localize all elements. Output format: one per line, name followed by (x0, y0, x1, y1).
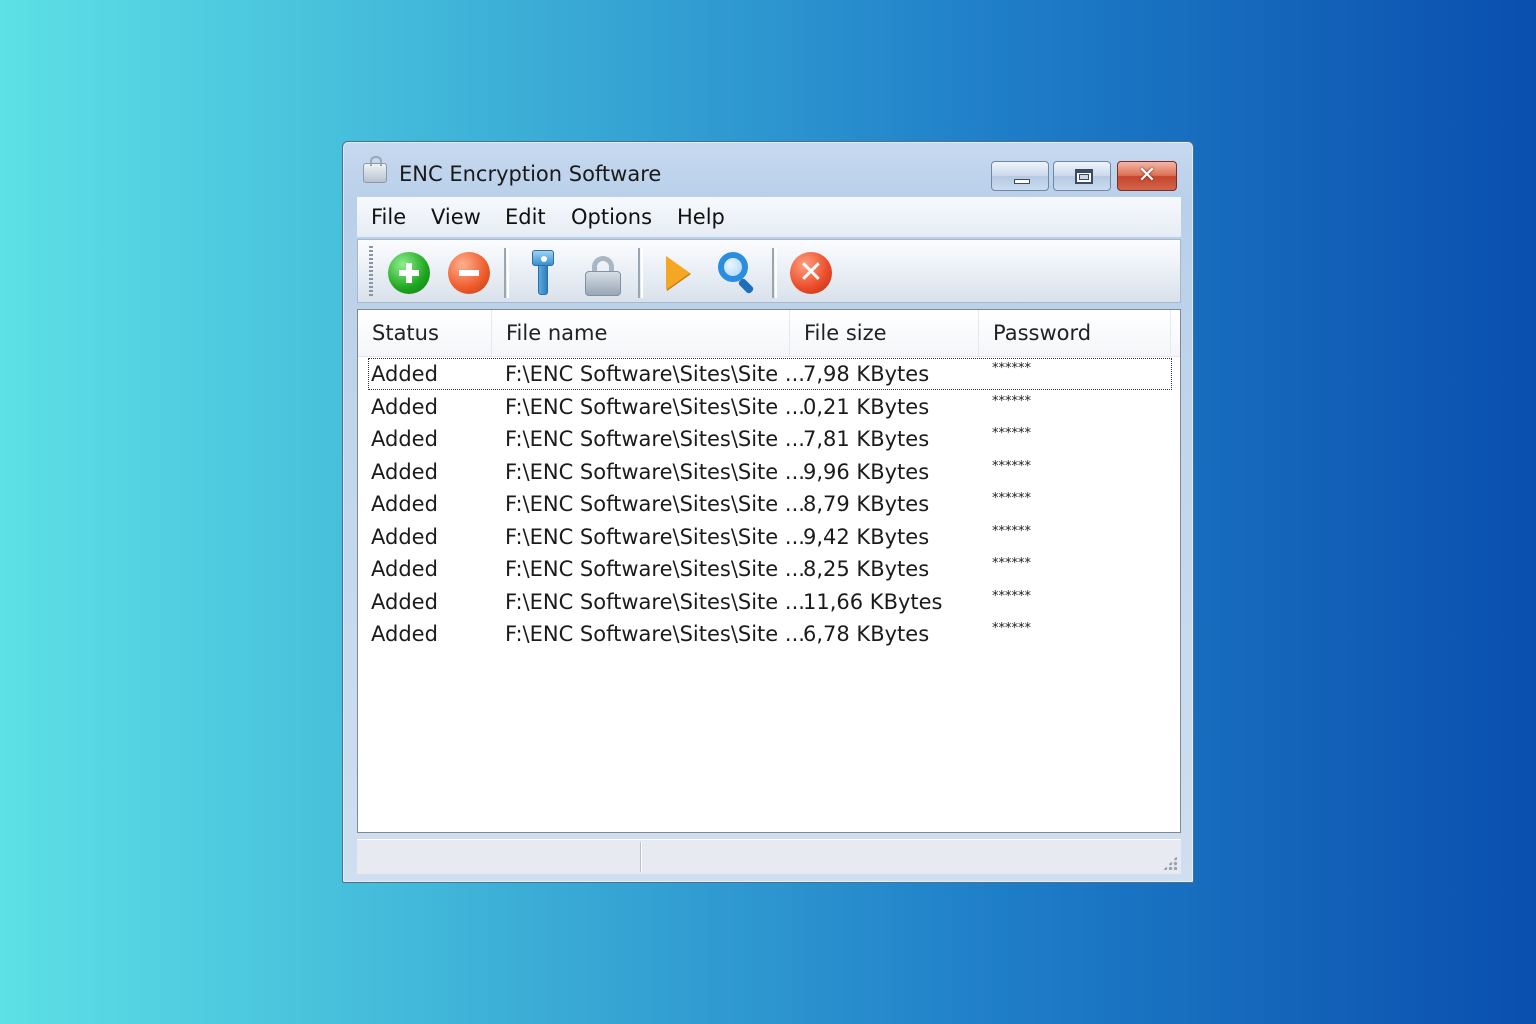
table-row[interactable]: Added F:\ENC Software\Sites\Site ... 11,… (358, 586, 1180, 618)
minimize-button[interactable] (991, 161, 1049, 191)
column-file-size[interactable]: File size (790, 310, 979, 356)
close-icon: ✕ (1137, 163, 1157, 188)
cell-file-size: 7,98 KBytes (803, 362, 930, 386)
add-file-button[interactable] (386, 250, 432, 296)
cancel-icon: ✕ (790, 252, 832, 294)
toolbar-grip[interactable] (369, 246, 373, 296)
cell-file-name: F:\ENC Software\Sites\Site ... (505, 460, 805, 484)
key-icon (532, 250, 554, 296)
remove-icon (448, 252, 490, 294)
menu-options[interactable]: Options (571, 205, 652, 229)
cancel-button[interactable]: ✕ (788, 250, 834, 296)
cell-file-size: 7,81 KBytes (803, 427, 930, 451)
lock-icon (583, 256, 623, 296)
table-row[interactable]: Added F:\ENC Software\Sites\Site ... 7,9… (358, 358, 1180, 390)
search-icon (718, 252, 758, 295)
cell-file-size: 0,21 KBytes (803, 395, 930, 419)
table-row[interactable]: Added F:\ENC Software\Sites\Site ... 9,9… (358, 456, 1180, 488)
window-title: ENC Encryption Software (399, 162, 662, 186)
cell-file-size: 9,42 KBytes (803, 525, 930, 549)
cell-password: ****** (992, 459, 1031, 474)
menu-help[interactable]: Help (677, 205, 725, 229)
app-lock-icon (363, 156, 387, 183)
cell-file-name: F:\ENC Software\Sites\Site ... (505, 557, 805, 581)
status-separator (640, 842, 642, 872)
resize-grip-icon[interactable] (1163, 856, 1177, 870)
toolbar-separator (772, 248, 777, 298)
toolbar-separator (638, 248, 643, 298)
cell-file-name: F:\ENC Software\Sites\Site ... (505, 427, 805, 451)
cell-status: Added (371, 590, 438, 614)
column-password[interactable]: Password (979, 310, 1171, 356)
maximize-icon (1075, 169, 1093, 184)
app-window: ENC Encryption Software ✕ File View Edit… (342, 141, 1194, 883)
table-row[interactable]: Added F:\ENC Software\Sites\Site ... 7,8… (358, 423, 1180, 455)
cell-password: ****** (992, 426, 1031, 441)
column-status[interactable]: Status (358, 310, 492, 356)
cell-file-size: 8,25 KBytes (803, 557, 930, 581)
cell-password: ****** (992, 361, 1031, 376)
cell-status: Added (371, 362, 438, 386)
cell-status: Added (371, 395, 438, 419)
cell-password: ****** (992, 556, 1031, 571)
cell-status: Added (371, 427, 438, 451)
cell-file-name: F:\ENC Software\Sites\Site ... (505, 395, 805, 419)
cell-file-name: F:\ENC Software\Sites\Site ... (505, 622, 805, 646)
table-row[interactable]: Added F:\ENC Software\Sites\Site ... 0,2… (358, 391, 1180, 423)
cell-file-name: F:\ENC Software\Sites\Site ... (505, 362, 805, 386)
maximize-button[interactable] (1053, 161, 1111, 191)
cell-password: ****** (992, 394, 1031, 409)
file-list[interactable]: Status File name File size Password Adde… (357, 309, 1181, 833)
search-button[interactable] (714, 250, 760, 296)
cell-file-size: 11,66 KBytes (803, 590, 943, 614)
add-icon (388, 252, 430, 294)
table-row[interactable]: Added F:\ENC Software\Sites\Site ... 9,4… (358, 521, 1180, 553)
remove-file-button[interactable] (446, 250, 492, 296)
menu-bar: File View Edit Options Help (357, 197, 1181, 237)
cell-file-name: F:\ENC Software\Sites\Site ... (505, 590, 805, 614)
cell-file-name: F:\ENC Software\Sites\Site ... (505, 525, 805, 549)
menu-file[interactable]: File (371, 205, 406, 229)
toolbar: ✕ (357, 239, 1181, 303)
menu-view[interactable]: View (431, 205, 481, 229)
menu-edit[interactable]: Edit (505, 205, 546, 229)
cell-password: ****** (992, 491, 1031, 506)
column-file-name[interactable]: File name (492, 310, 790, 356)
cell-status: Added (371, 622, 438, 646)
cell-file-size: 8,79 KBytes (803, 492, 930, 516)
cell-status: Added (371, 460, 438, 484)
table-row[interactable]: Added F:\ENC Software\Sites\Site ... 6,7… (358, 618, 1180, 650)
cell-password: ****** (992, 589, 1031, 604)
cell-password: ****** (992, 524, 1031, 539)
toolbar-separator (504, 248, 509, 298)
table-row[interactable]: Added F:\ENC Software\Sites\Site ... 8,2… (358, 553, 1180, 585)
cell-file-size: 9,96 KBytes (803, 460, 930, 484)
cell-status: Added (371, 525, 438, 549)
start-button[interactable] (654, 250, 700, 296)
list-header: Status File name File size Password (358, 310, 1180, 357)
minimize-icon (1014, 179, 1030, 184)
set-password-button[interactable] (520, 250, 566, 296)
close-button[interactable]: ✕ (1117, 161, 1177, 191)
cell-password: ****** (992, 621, 1031, 636)
play-icon (666, 256, 690, 290)
cell-status: Added (371, 492, 438, 516)
lock-button[interactable] (580, 250, 626, 296)
cell-file-size: 6,78 KBytes (803, 622, 930, 646)
title-bar[interactable]: ENC Encryption Software ✕ (343, 142, 1193, 194)
cell-status: Added (371, 557, 438, 581)
cell-file-name: F:\ENC Software\Sites\Site ... (505, 492, 805, 516)
table-row[interactable]: Added F:\ENC Software\Sites\Site ... 8,7… (358, 488, 1180, 520)
status-bar (357, 839, 1181, 874)
